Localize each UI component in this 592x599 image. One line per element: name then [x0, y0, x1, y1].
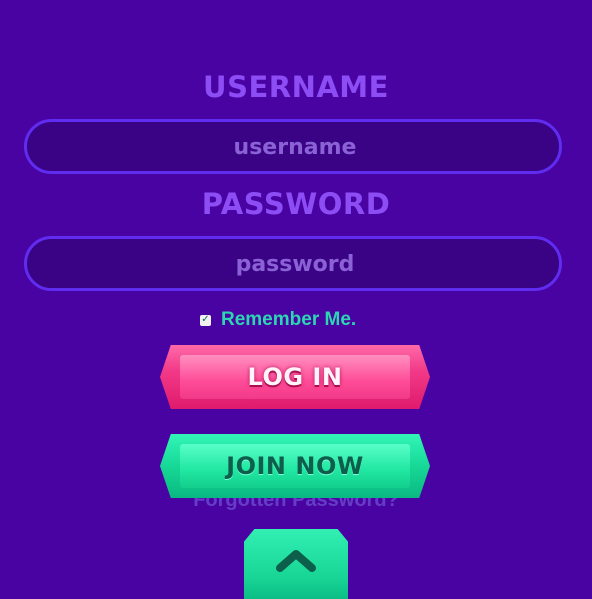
- password-input[interactable]: [27, 239, 563, 290]
- password-field-wrapper: [24, 236, 563, 291]
- username-input[interactable]: [27, 122, 563, 173]
- login-button-label: LOG IN: [247, 363, 343, 391]
- join-now-button-label: JOIN NOW: [226, 452, 364, 480]
- login-button[interactable]: LOG IN: [160, 345, 430, 409]
- scroll-up-button[interactable]: [244, 529, 348, 599]
- remember-me-row[interactable]: ✓ Remember Me.: [200, 306, 356, 334]
- username-field-wrapper: [24, 119, 563, 174]
- chevron-up-icon: [276, 550, 316, 572]
- join-now-button[interactable]: JOIN NOW: [160, 434, 430, 498]
- remember-me-checkbox[interactable]: ✓: [200, 314, 211, 326]
- password-label: PASSWORD: [201, 187, 391, 221]
- username-label: USERNAME: [203, 70, 389, 104]
- remember-me-label: Remember Me.: [221, 309, 357, 330]
- check-icon: ✓: [201, 314, 210, 325]
